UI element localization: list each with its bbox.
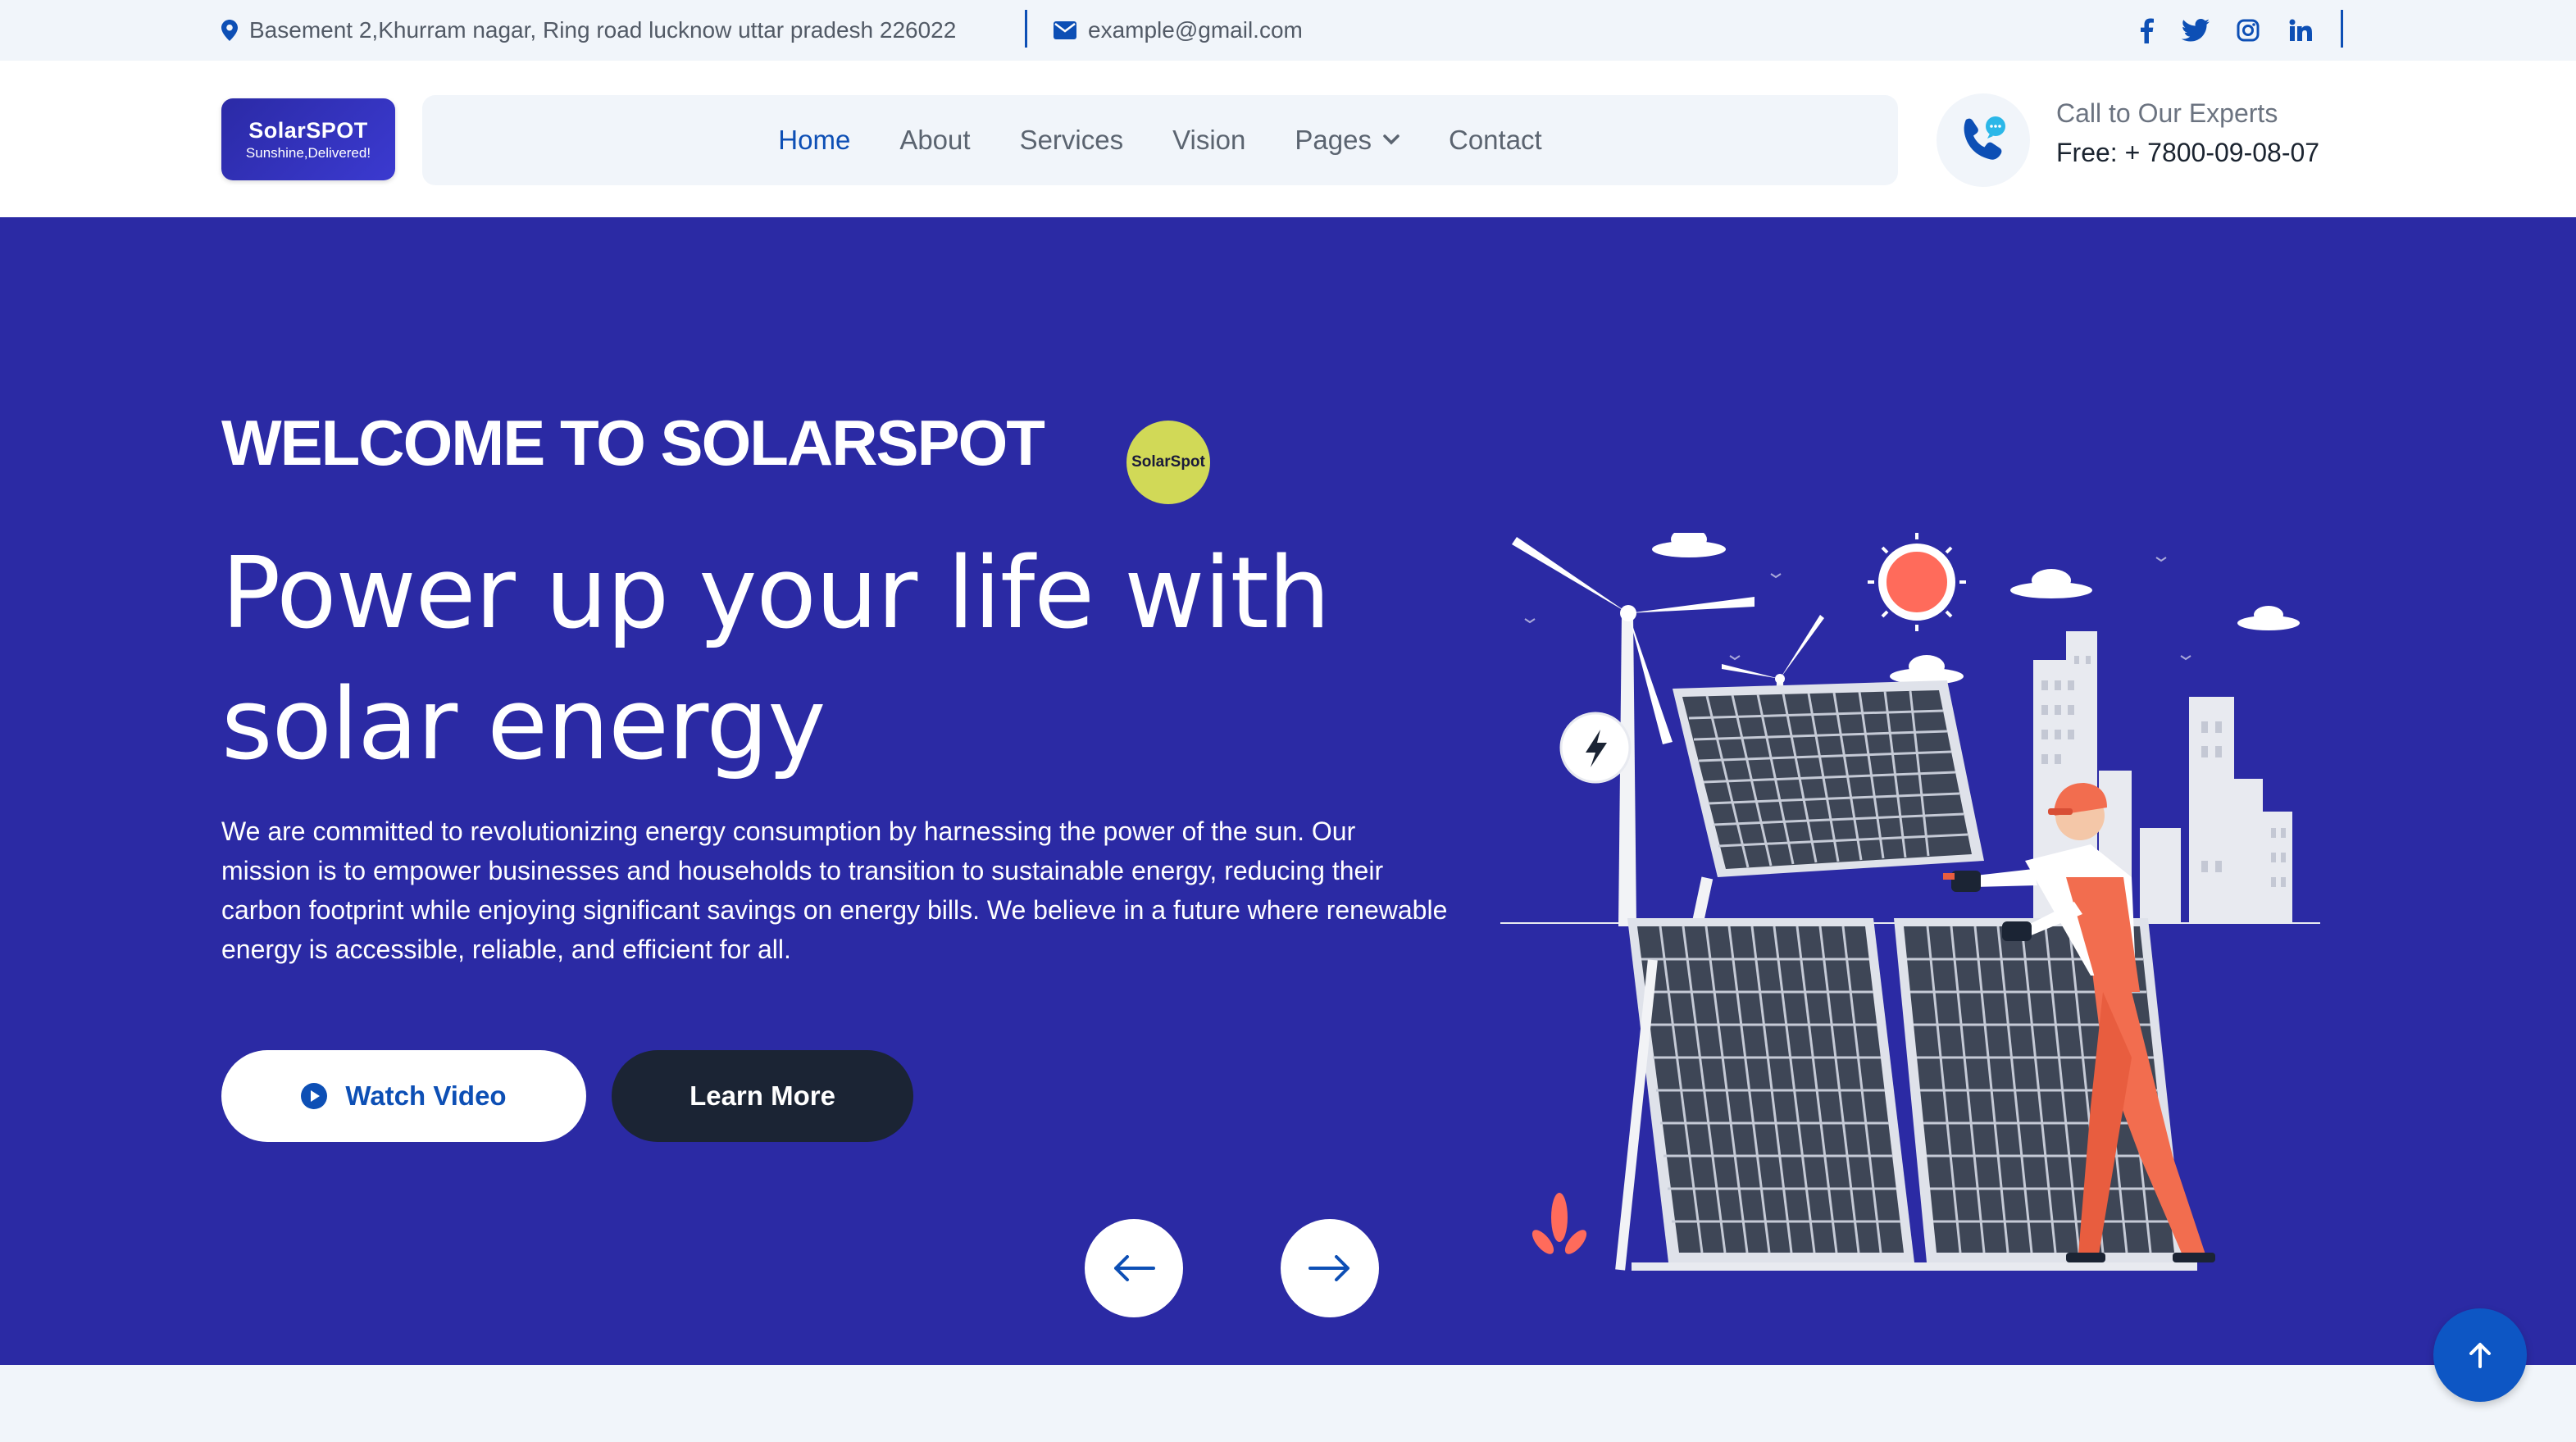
phone-call-icon <box>1964 116 2005 160</box>
facebook-icon[interactable] <box>2130 0 2163 61</box>
hero-description: We are committed to revolutionizing ener… <box>221 817 1448 964</box>
chevron-down-icon <box>1383 134 1400 145</box>
arrow-up-icon <box>2469 1343 2491 1368</box>
hero-headline: Power up your life with solar energy <box>221 529 1369 791</box>
clouds-illustration <box>1652 533 2300 685</box>
nav-pages-dropdown[interactable]: Pages <box>1270 125 1424 156</box>
nav-about[interactable]: About <box>875 125 994 156</box>
hero-section: WELCOME TO SOLARSPOT SolarSpot Power up … <box>0 217 2576 1365</box>
address-text: Basement 2,Khurram nagar, Ring road luck… <box>249 17 957 43</box>
nav-contact[interactable]: Contact <box>1424 125 1567 156</box>
arrow-left-icon <box>1114 1255 1155 1281</box>
hero-headline-line1: Power up your life with <box>221 537 1331 651</box>
hero-welcome-heading: WELCOME TO SOLARSPOT <box>221 407 1045 479</box>
learn-more-button[interactable]: Learn More <box>612 1050 913 1142</box>
nav-vision[interactable]: Vision <box>1148 125 1270 156</box>
twitter-icon[interactable] <box>2179 0 2212 61</box>
watch-video-label: Watch Video <box>345 1080 507 1111</box>
main-navigation: Home About Services Vision Pages Contact <box>422 95 1898 185</box>
nav-services[interactable]: Services <box>995 125 1149 156</box>
solar-installation-illustration <box>1500 533 2320 1271</box>
nav-pages-label: Pages <box>1295 125 1372 155</box>
watch-video-button[interactable]: Watch Video <box>221 1050 586 1142</box>
envelope-icon <box>1054 21 1076 39</box>
phone-call-icon-wrap[interactable] <box>1937 93 2030 187</box>
topbar-divider-right <box>2341 10 2343 48</box>
call-number[interactable]: Free: + 7800-09-08-07 <box>2056 138 2319 168</box>
location-pin-icon <box>221 20 238 41</box>
plant-illustration <box>1531 1193 1587 1254</box>
site-header: SolarSPOT Sunshine,Delivered! Home About… <box>0 61 2576 217</box>
email-text: example@gmail.com <box>1088 17 1303 43</box>
carousel-prev-button[interactable] <box>1085 1219 1183 1317</box>
arrow-right-icon <box>1308 1255 1349 1281</box>
address-info: Basement 2,Khurram nagar, Ring road luck… <box>221 0 956 61</box>
play-icon <box>301 1083 328 1109</box>
lightning-bolt-icon <box>1559 712 1632 784</box>
hero-headline-line2: solar energy <box>221 668 826 782</box>
linkedin-icon[interactable] <box>2284 0 2317 61</box>
sun-illustration <box>1868 533 1966 631</box>
carousel-next-button[interactable] <box>1281 1219 1379 1317</box>
logo-tagline: Sunshine,Delivered! <box>245 144 371 161</box>
solarspot-badge: SolarSpot <box>1126 421 1210 504</box>
site-logo[interactable]: SolarSPOT Sunshine,Delivered! <box>221 98 395 180</box>
call-label: Call to Our Experts <box>2056 98 2278 128</box>
email-info[interactable]: example@gmail.com <box>1054 0 1303 61</box>
top-info-bar: Basement 2,Khurram nagar, Ring road luck… <box>0 0 2576 61</box>
logo-name: SolarSPOT <box>248 117 368 143</box>
nav-home[interactable]: Home <box>753 125 875 156</box>
instagram-icon[interactable] <box>2232 0 2264 61</box>
topbar-divider <box>1025 10 1027 48</box>
scroll-to-top-button[interactable] <box>2433 1308 2527 1402</box>
